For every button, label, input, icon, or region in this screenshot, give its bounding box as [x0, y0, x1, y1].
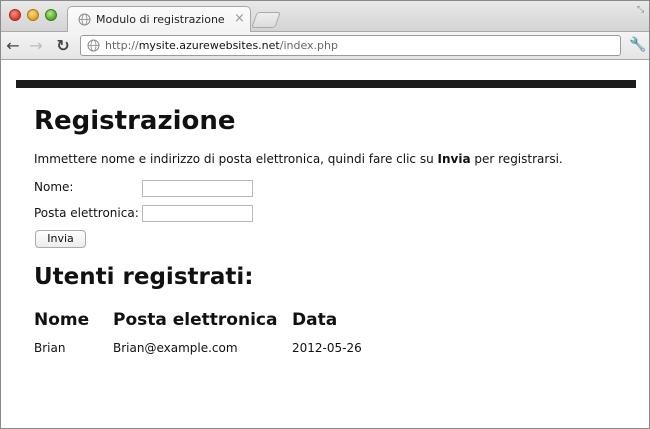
tab-title: Modulo di registrazione: [96, 13, 225, 26]
page-content: Registrazione Immettere nome e indirizzo…: [1, 61, 649, 428]
email-label: Posta elettronica:: [34, 206, 139, 220]
back-arrow-icon[interactable]: ←: [3, 36, 23, 56]
column-header-name: Nome: [34, 310, 90, 330]
email-field[interactable]: [142, 205, 253, 222]
users-heading: Utenti registrati:: [34, 264, 254, 290]
wrench-icon[interactable]: 🔧: [629, 37, 646, 53]
tab-strip: Modulo di registrazione × ⤡: [1, 1, 649, 33]
close-tab-icon[interactable]: ×: [234, 11, 245, 26]
header-bar: [16, 80, 636, 88]
browser-window: Modulo di registrazione × ⤡ ← → ↻ http:/…: [0, 0, 650, 429]
name-label: Nome:: [34, 180, 74, 194]
table-cell-name: Brian: [34, 341, 66, 355]
close-window-button[interactable]: [9, 9, 21, 21]
url-prefix: http://: [105, 39, 139, 52]
forward-arrow-icon[interactable]: →: [26, 36, 46, 56]
intro-text-bold: Invia: [437, 152, 471, 166]
table-cell-email: Brian@example.com: [113, 341, 238, 355]
intro-text-end: per registrarsi.: [470, 152, 563, 166]
globe-icon: [87, 39, 100, 52]
zoom-window-button[interactable]: [45, 9, 57, 21]
resize-corner-icon: ⤡: [637, 5, 645, 15]
reload-icon[interactable]: ↻: [53, 36, 73, 56]
globe-icon: [78, 13, 91, 26]
address-bar[interactable]: http://mysite.azurewebsites.net/index.ph…: [80, 35, 621, 56]
intro-text-start: Immettere nome e indirizzo di posta elet…: [34, 152, 438, 166]
minimize-window-button[interactable]: [27, 9, 39, 21]
table-cell-date: 2012-05-26: [292, 341, 362, 355]
url-text: http://mysite.azurewebsites.net/index.ph…: [105, 39, 338, 52]
tab-active[interactable]: Modulo di registrazione ×: [67, 6, 251, 33]
new-tab-button[interactable]: [251, 12, 281, 28]
column-header-email: Posta elettronica: [113, 310, 278, 330]
submit-button[interactable]: Invia: [35, 230, 86, 248]
name-field[interactable]: [142, 180, 253, 197]
column-header-date: Data: [292, 310, 338, 330]
browser-toolbar: ← → ↻ http://mysite.azurewebsites.net/in…: [1, 32, 649, 60]
url-domain: mysite.azurewebsites.net: [138, 39, 280, 52]
url-path: /index.php: [279, 39, 338, 52]
intro-text: Immettere nome e indirizzo di posta elet…: [34, 152, 563, 166]
page-title: Registrazione: [34, 106, 236, 136]
